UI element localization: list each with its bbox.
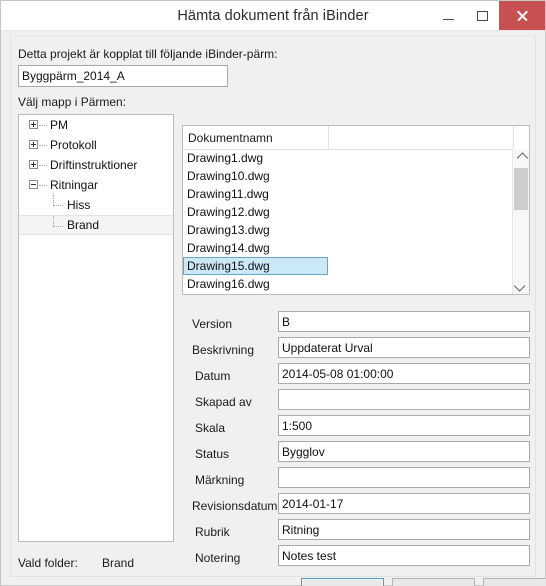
- expand-plus-icon[interactable]: [29, 160, 38, 169]
- window-title: Hämta dokument från iBinder: [177, 7, 369, 24]
- field-input-markning[interactable]: [278, 467, 530, 488]
- tree-node-brand[interactable]: Brand: [19, 215, 173, 235]
- field-input-beskrivning[interactable]: Uppdaterat Urval: [278, 337, 530, 358]
- field-input-skala[interactable]: 1:500: [278, 415, 530, 436]
- maximize-icon: [476, 10, 488, 21]
- project-input-value: Byggpärm_2014_A: [22, 69, 125, 83]
- field-value-notering: Notes test: [282, 548, 337, 563]
- field-label-version: Version: [192, 317, 233, 331]
- tree-connector: [53, 226, 63, 227]
- list-item[interactable]: Drawing14.dwg: [183, 239, 512, 257]
- field-value-status: Bygglov: [282, 444, 325, 459]
- column-header-blank[interactable]: [329, 126, 514, 149]
- field-input-revisionsdatum[interactable]: 2014-01-17: [278, 493, 530, 514]
- expand-plus-icon[interactable]: [29, 120, 38, 129]
- tree-connector: [53, 205, 63, 206]
- scrollbar-thumb[interactable]: [514, 168, 528, 210]
- help-button[interactable]: Hjälp: [483, 578, 546, 586]
- vald-folder-value: Brand: [102, 556, 135, 570]
- project-input[interactable]: Byggpärm_2014_A: [18, 65, 228, 87]
- tree-connector: [39, 185, 47, 186]
- screen: Hämta dokument från iBinder Detta projek…: [0, 0, 546, 586]
- tree-connector: [53, 216, 54, 226]
- field-value-rubrik: Ritning: [282, 522, 320, 537]
- close-button[interactable]: [499, 1, 545, 30]
- scroll-up-button[interactable]: [513, 149, 529, 166]
- tree-node-label: Brand: [67, 218, 100, 232]
- list-item[interactable]: Drawing10.dwg: [183, 167, 512, 185]
- dialog-window: Hämta dokument från iBinder Detta projek…: [0, 0, 546, 586]
- chevron-up-icon: [516, 151, 529, 164]
- field-value-beskrivning: Uppdaterat Urval: [282, 340, 373, 355]
- ok-button[interactable]: OK: [301, 578, 384, 586]
- minimize-button[interactable]: [431, 1, 465, 30]
- tree-node-ritningar[interactable]: Ritningar: [19, 175, 173, 195]
- cancel-button[interactable]: Avbryt: [392, 578, 475, 586]
- minimize-icon: [442, 18, 454, 20]
- chevron-down-icon: [513, 279, 526, 292]
- field-label-notering: Notering: [195, 551, 241, 565]
- tree-node-label: Ritningar: [50, 178, 99, 192]
- field-input-datum[interactable]: 2014-05-08 01:00:00: [278, 363, 530, 384]
- list-item[interactable]: Drawing17.dwg: [183, 293, 512, 294]
- tree-connector: [53, 195, 54, 205]
- listview-body: Drawing1.dwg Drawing10.dwg Drawing11.dwg…: [183, 149, 512, 294]
- field-input-rubrik[interactable]: Ritning: [278, 519, 530, 540]
- field-input-status[interactable]: Bygglov: [278, 441, 530, 462]
- project-label: Detta projekt är kopplat till följande i…: [18, 47, 278, 61]
- tree-node-hiss[interactable]: Hiss: [19, 195, 173, 215]
- tree-node-label: PM: [50, 118, 68, 132]
- folder-tree[interactable]: PM Protokoll Driftinstruktioner Ritninga…: [18, 114, 174, 542]
- field-input-notering[interactable]: Notes test: [278, 545, 530, 566]
- list-item[interactable]: Drawing16.dwg: [183, 275, 512, 293]
- tree-node-label: Protokoll: [50, 138, 97, 152]
- expand-plus-icon[interactable]: [29, 140, 38, 149]
- dialog-content-panel: Detta projekt är kopplat till följande i…: [10, 35, 546, 586]
- tree-node-driftinstruktioner[interactable]: Driftinstruktioner: [19, 155, 173, 175]
- field-label-rubrik: Rubrik: [195, 525, 230, 539]
- close-icon: [516, 10, 528, 22]
- list-item-selected[interactable]: Drawing15.dwg: [183, 257, 328, 275]
- field-input-version[interactable]: B: [278, 311, 530, 332]
- tree-connector: [39, 165, 47, 166]
- tree-connector: [39, 145, 47, 146]
- title-bar: Hämta dokument från iBinder: [1, 1, 545, 31]
- field-value-version: B: [282, 314, 291, 329]
- list-item[interactable]: Drawing12.dwg: [183, 203, 512, 221]
- collapse-minus-icon[interactable]: [29, 180, 38, 189]
- caption-button-group: [431, 1, 545, 30]
- field-label-datum: Datum: [195, 369, 231, 383]
- field-label-status: Status: [195, 447, 230, 461]
- folder-select-label: Välj mapp i Pärmen:: [18, 95, 127, 109]
- field-value-skala: 1:500: [282, 418, 313, 433]
- field-label-skala: Skala: [195, 421, 226, 435]
- field-value-revisionsdatum: 2014-01-17: [282, 496, 344, 511]
- scroll-down-button[interactable]: [513, 277, 529, 294]
- list-item[interactable]: Drawing13.dwg: [183, 221, 512, 239]
- field-label-markning: Märkning: [195, 473, 245, 487]
- column-header-dokumentnamn[interactable]: Dokumentnamn: [183, 126, 329, 149]
- field-label-skapad-av: Skapad av: [195, 395, 252, 409]
- field-input-skapad-av[interactable]: [278, 389, 530, 410]
- tree-node-label: Driftinstruktioner: [50, 158, 138, 172]
- listview-header: Dokumentnamn: [183, 126, 529, 150]
- tree-node-protokoll[interactable]: Protokoll: [19, 135, 173, 155]
- tree-connector: [39, 125, 47, 126]
- vald-folder-label: Vald folder:: [18, 556, 78, 570]
- tree-node-pm[interactable]: PM: [19, 115, 173, 135]
- dialog-client-area: Detta projekt är kopplat till följande i…: [1, 31, 546, 586]
- field-value-datum: 2014-05-08 01:00:00: [282, 366, 394, 381]
- list-item[interactable]: Drawing11.dwg: [183, 185, 512, 203]
- document-listview[interactable]: Dokumentnamn Drawing1.dwg Drawing10.dwg …: [182, 125, 530, 295]
- field-label-beskrivning: Beskrivning: [192, 343, 255, 357]
- field-label-revisionsdatum: Revisionsdatum: [192, 499, 278, 513]
- listview-vertical-scrollbar[interactable]: [512, 149, 529, 294]
- list-item[interactable]: Drawing1.dwg: [183, 149, 512, 167]
- tree-node-label: Hiss: [67, 198, 91, 212]
- maximize-button[interactable]: [465, 1, 499, 30]
